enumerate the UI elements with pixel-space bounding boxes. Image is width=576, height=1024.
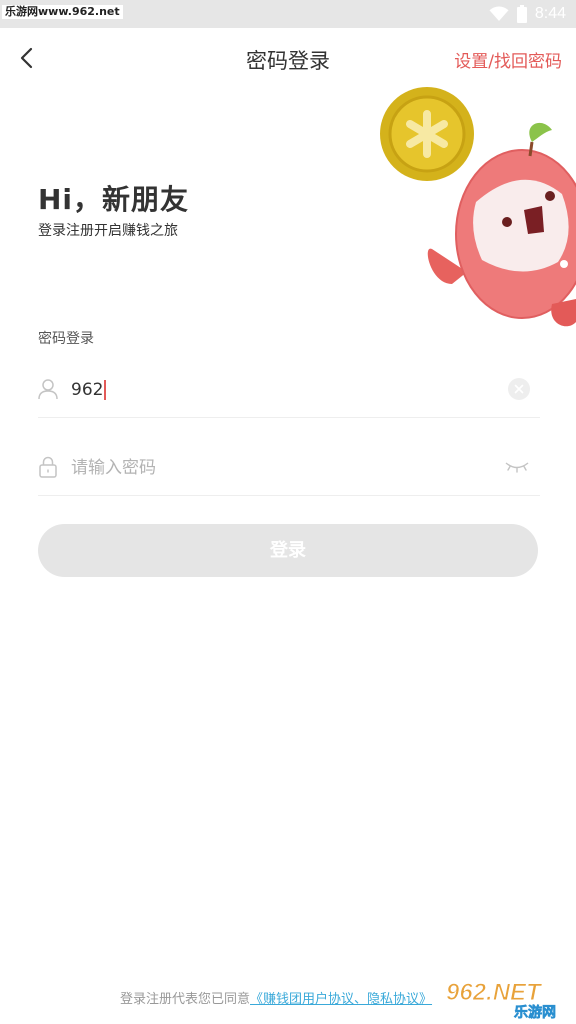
greeting-subtitle: 登录注册开启赚钱之旅 xyxy=(38,223,178,239)
status-icons: 8:44 xyxy=(489,3,566,25)
clear-icon xyxy=(514,384,524,394)
user-agreement-link[interactable]: 《赚钱团用户协议、隐私协议》 xyxy=(250,992,432,1007)
eye-closed-icon[interactable] xyxy=(504,458,530,474)
agreement-text: 登录注册代表您已同意《赚钱团用户协议、隐私协议》 xyxy=(120,988,432,1007)
form-section-label: 密码登录 xyxy=(38,331,94,347)
peach-mascot-illustration xyxy=(380,87,576,327)
battery-icon xyxy=(516,5,527,23)
login-button[interactable]: 登录 xyxy=(38,524,538,577)
status-bar: 乐游网www.962.net 8:44 xyxy=(0,0,576,28)
password-input[interactable] xyxy=(71,452,471,484)
watermark-top: 乐游网www.962.net xyxy=(2,5,123,19)
text-caret xyxy=(104,380,107,400)
reset-password-link[interactable]: 设置/找回密码 xyxy=(454,47,562,72)
wifi-icon xyxy=(489,6,509,22)
svg-text:962.NET: 962.NET xyxy=(446,979,543,1006)
status-time: 8:44 xyxy=(534,5,566,22)
username-input[interactable]: 962 xyxy=(71,379,107,401)
username-value: 962 xyxy=(71,380,104,400)
nav-bar: 密码登录 设置/找回密码 xyxy=(0,28,576,90)
watermark-logo: 962.NET 乐游网 xyxy=(446,979,557,1021)
username-field: 962 xyxy=(38,362,540,418)
greeting-heading: Hi，新朋友 xyxy=(38,183,190,216)
svg-text:乐游网: 乐游网 xyxy=(514,1004,556,1020)
agreement-prefix: 登录注册代表您已同意 xyxy=(120,992,251,1007)
coin-icon xyxy=(380,87,474,181)
lock-icon xyxy=(39,456,57,478)
clear-button[interactable] xyxy=(508,378,530,400)
user-icon xyxy=(38,379,58,400)
password-field xyxy=(38,440,540,496)
